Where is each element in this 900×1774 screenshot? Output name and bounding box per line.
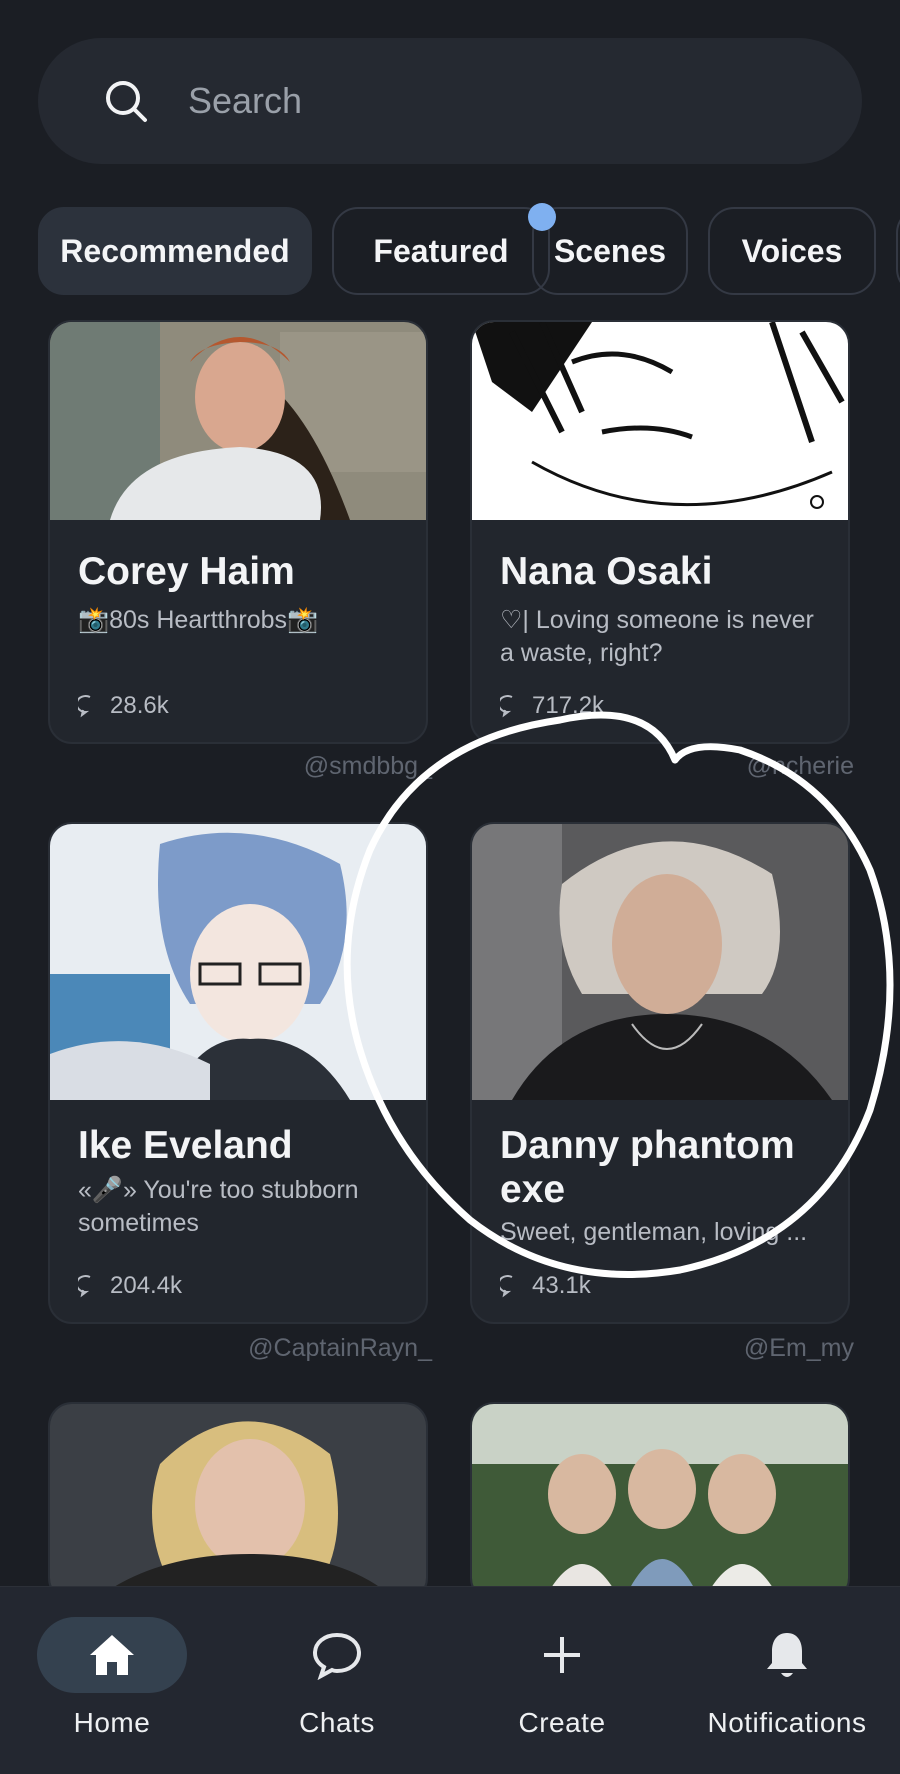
character-card[interactable]: Nana Osaki ♡| Loving someone is never a … xyxy=(470,320,850,744)
chat-bubble-icon xyxy=(78,1275,91,1298)
chat-count-value: 43.1k xyxy=(532,1272,591,1299)
chat-bubble-icon xyxy=(500,1275,513,1298)
character-description: «🎤» You're too stubborn sometimes xyxy=(78,1176,359,1237)
character-name: Danny phantom exe xyxy=(500,1124,795,1211)
creator-handle[interactable]: @Em_my xyxy=(470,1334,854,1363)
bottom-navigation: Home Chats Create Notifications xyxy=(0,1586,900,1774)
tab-featured[interactable]: Featured xyxy=(332,207,550,295)
new-indicator-dot xyxy=(528,203,556,231)
nav-chats-label: Chats xyxy=(299,1707,375,1738)
character-description: 📸80s Heartthrobs📸 xyxy=(78,606,319,634)
character-card[interactable] xyxy=(470,1402,850,1602)
chat-count-value: 28.6k xyxy=(110,692,169,719)
character-card[interactable]: Corey Haim 📸80s Heartthrobs📸 28.6k xyxy=(48,320,428,744)
character-card[interactable] xyxy=(48,1402,428,1602)
chat-count-value: 204.4k xyxy=(110,1272,183,1299)
creator-handle[interactable]: @smdbbg_ xyxy=(48,752,432,781)
search-bar[interactable] xyxy=(38,38,862,164)
creator-handle[interactable]: @CaptainRayn_ xyxy=(48,1334,432,1363)
chat-bubble-icon xyxy=(78,695,91,718)
character-name: Corey Haim xyxy=(78,550,295,593)
nav-create[interactable]: Create xyxy=(462,1617,662,1739)
tab-more-partial[interactable] xyxy=(896,207,900,295)
chat-count: 43.1k xyxy=(500,1272,591,1300)
chat-bubble-icon xyxy=(312,1632,362,1680)
category-tabs: Recommended Featured Scenes Voices xyxy=(38,203,900,299)
nav-notifications-label: Notifications xyxy=(707,1707,867,1738)
character-name: Ike Eveland xyxy=(78,1124,293,1167)
character-image xyxy=(50,824,426,1100)
nav-create-label: Create xyxy=(518,1707,606,1738)
character-description: ♡| Loving someone is never a waste, righ… xyxy=(500,606,814,667)
nav-notifications[interactable]: Notifications xyxy=(687,1617,887,1739)
tab-recommended[interactable]: Recommended xyxy=(38,207,312,295)
character-description: Sweet, gentleman, loving ... xyxy=(500,1218,808,1246)
character-card[interactable]: Ike Eveland «🎤» You're too stubborn some… xyxy=(48,822,428,1324)
chat-count: 28.6k xyxy=(78,692,169,720)
character-image xyxy=(472,1404,848,1600)
character-image xyxy=(50,322,426,520)
chat-count: 204.4k xyxy=(78,1272,182,1300)
chat-bubble-icon xyxy=(500,695,513,718)
chat-count: 717.2k xyxy=(500,692,604,720)
search-input[interactable] xyxy=(186,79,790,123)
character-name: Nana Osaki xyxy=(500,550,713,593)
chat-count-value: 717.2k xyxy=(532,692,605,719)
tab-voices[interactable]: Voices xyxy=(708,207,876,295)
home-icon xyxy=(90,1635,134,1675)
creator-handle[interactable]: @ncherie xyxy=(470,752,854,781)
character-image xyxy=(472,322,848,520)
character-image xyxy=(472,824,848,1100)
nav-home-label: Home xyxy=(73,1707,151,1738)
character-card[interactable]: Danny phantom exe Sweet, gentleman, lovi… xyxy=(470,822,850,1324)
plus-icon xyxy=(544,1637,580,1673)
nav-chats[interactable]: Chats xyxy=(237,1617,437,1739)
bell-icon xyxy=(767,1633,807,1677)
nav-home[interactable]: Home xyxy=(12,1617,212,1739)
search-icon xyxy=(106,81,147,122)
character-image xyxy=(50,1404,426,1600)
